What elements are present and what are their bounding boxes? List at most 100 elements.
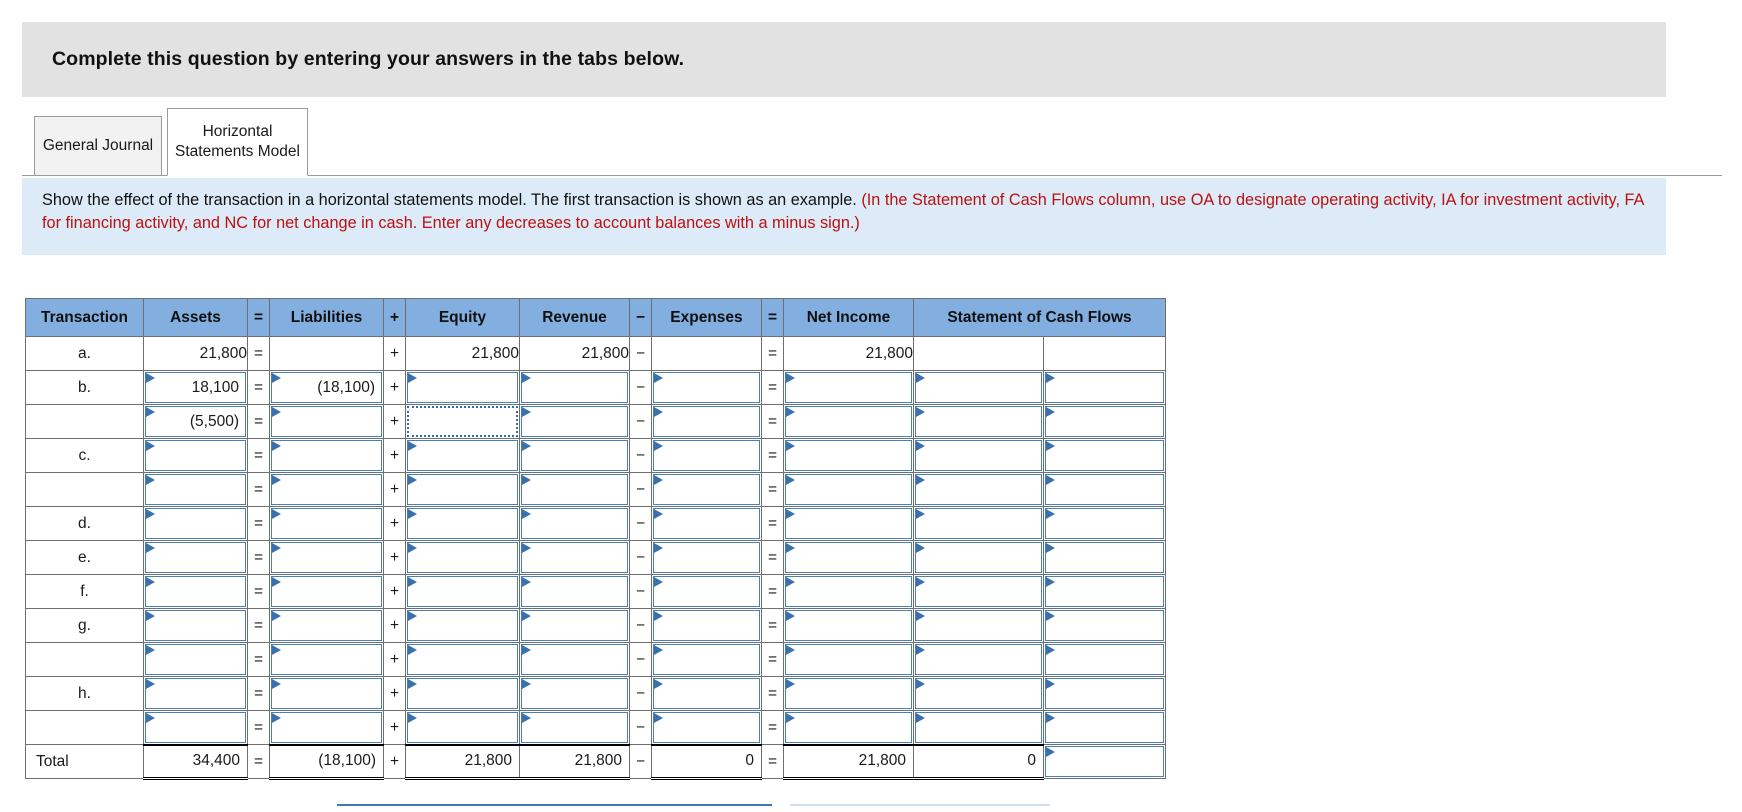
input-revenue[interactable]	[521, 508, 628, 539]
cell-expenses[interactable]	[651, 404, 762, 439]
input-expenses[interactable]	[653, 644, 760, 675]
input-revenue[interactable]	[521, 576, 628, 607]
cell-cash-flow-1[interactable]	[913, 676, 1044, 711]
cell-cash-flow-1[interactable]	[913, 404, 1044, 439]
cell-cash-flow-2[interactable]	[1043, 438, 1166, 473]
input-liabilities[interactable]	[271, 508, 382, 539]
input-net-income[interactable]	[785, 406, 912, 437]
input-assets[interactable]: 18,100	[145, 372, 246, 403]
input-cash-flow-2[interactable]	[1045, 712, 1164, 743]
input-assets[interactable]	[145, 440, 246, 471]
input-expenses[interactable]	[653, 712, 760, 743]
cell-cash-flow-2[interactable]	[1043, 642, 1166, 677]
cell-cash-flow-2[interactable]	[1043, 574, 1166, 609]
input-net-income[interactable]	[785, 678, 912, 709]
cell-revenue[interactable]	[519, 540, 630, 575]
cell-cash-flow-2[interactable]	[1043, 676, 1166, 711]
cell-liabilities[interactable]	[269, 404, 384, 439]
cell-expenses[interactable]	[651, 676, 762, 711]
input-expenses[interactable]	[653, 678, 760, 709]
cell-revenue[interactable]	[519, 710, 630, 745]
cell-equity[interactable]	[405, 438, 520, 473]
input-net-income[interactable]	[785, 610, 912, 641]
next-button-top-edge[interactable]	[790, 804, 1050, 812]
cell-assets[interactable]: 18,100	[143, 370, 248, 405]
cell-cash-flow-1[interactable]	[913, 540, 1044, 575]
cell-expenses[interactable]	[651, 506, 762, 541]
input-revenue[interactable]	[521, 406, 628, 437]
input-assets[interactable]	[145, 712, 246, 743]
input-assets[interactable]	[145, 576, 246, 607]
cell-assets[interactable]	[143, 642, 248, 677]
cell-liabilities[interactable]	[269, 574, 384, 609]
cell-revenue[interactable]	[519, 676, 630, 711]
input-cash-flow-1[interactable]	[915, 644, 1042, 675]
input-assets[interactable]: (5,500)	[145, 406, 246, 437]
input-cash-flow-1[interactable]	[915, 576, 1042, 607]
cell-cash-flow-2[interactable]	[1043, 710, 1166, 745]
input-liabilities[interactable]	[271, 678, 382, 709]
input-assets[interactable]	[145, 508, 246, 539]
total-input-cash-flow-2[interactable]	[1045, 746, 1164, 777]
input-revenue[interactable]	[521, 610, 628, 641]
input-equity[interactable]	[407, 508, 518, 539]
cell-cash-flow-2[interactable]	[1043, 506, 1166, 541]
cell-assets[interactable]	[143, 574, 248, 609]
input-net-income[interactable]	[785, 542, 912, 573]
cell-equity[interactable]	[405, 608, 520, 643]
cell-cash-flow-2[interactable]	[1043, 370, 1166, 405]
input-cash-flow-2[interactable]	[1045, 474, 1164, 505]
cell-liabilities[interactable]	[269, 676, 384, 711]
input-cash-flow-1[interactable]	[915, 610, 1042, 641]
input-cash-flow-2[interactable]	[1045, 372, 1164, 403]
cell-equity[interactable]	[405, 676, 520, 711]
input-liabilities[interactable]	[271, 542, 382, 573]
input-cash-flow-2[interactable]	[1045, 678, 1164, 709]
cell-net-income[interactable]	[783, 676, 914, 711]
prev-button-top-edge[interactable]	[337, 804, 772, 812]
input-equity[interactable]	[407, 474, 518, 505]
cell-equity[interactable]	[405, 710, 520, 745]
input-cash-flow-2[interactable]	[1045, 610, 1164, 641]
input-revenue[interactable]	[521, 372, 628, 403]
input-cash-flow-1[interactable]	[915, 542, 1042, 573]
input-net-income[interactable]	[785, 440, 912, 471]
cell-cash-flow-1[interactable]	[913, 438, 1044, 473]
cell-liabilities[interactable]	[269, 642, 384, 677]
cell-net-income[interactable]	[783, 472, 914, 507]
input-assets[interactable]	[145, 678, 246, 709]
input-assets[interactable]	[145, 644, 246, 675]
cell-net-income[interactable]	[783, 540, 914, 575]
input-assets[interactable]	[145, 542, 246, 573]
input-expenses[interactable]	[653, 474, 760, 505]
cell-equity[interactable]	[405, 642, 520, 677]
cell-assets[interactable]	[143, 438, 248, 473]
input-cash-flow-1[interactable]	[915, 678, 1042, 709]
cell-cash-flow-1[interactable]	[913, 472, 1044, 507]
cell-cash-flow-1[interactable]	[913, 710, 1044, 745]
cell-expenses[interactable]	[651, 370, 762, 405]
input-net-income[interactable]	[785, 576, 912, 607]
input-cash-flow-1[interactable]	[915, 712, 1042, 743]
input-cash-flow-1[interactable]	[915, 440, 1042, 471]
cell-revenue[interactable]	[519, 608, 630, 643]
input-cash-flow-2[interactable]	[1045, 406, 1164, 437]
input-liabilities[interactable]	[271, 440, 382, 471]
cell-assets[interactable]: (5,500)	[143, 404, 248, 439]
cell-expenses[interactable]	[651, 574, 762, 609]
input-expenses[interactable]	[653, 610, 760, 641]
input-equity[interactable]	[407, 372, 518, 403]
cell-cash-flow-2[interactable]	[1043, 608, 1166, 643]
cell-cash-flow-2[interactable]	[1043, 540, 1166, 575]
input-liabilities[interactable]	[271, 474, 382, 505]
cell-net-income[interactable]	[783, 404, 914, 439]
input-equity[interactable]	[407, 678, 518, 709]
cell-cash-flow-1[interactable]	[913, 574, 1044, 609]
input-expenses[interactable]	[653, 372, 760, 403]
cell-equity[interactable]	[405, 404, 520, 439]
cell-net-income[interactable]	[783, 608, 914, 643]
total-cell-cash-flow-2[interactable]	[1043, 744, 1166, 779]
input-net-income[interactable]	[785, 474, 912, 505]
cell-assets[interactable]	[143, 608, 248, 643]
input-equity[interactable]	[407, 406, 518, 437]
